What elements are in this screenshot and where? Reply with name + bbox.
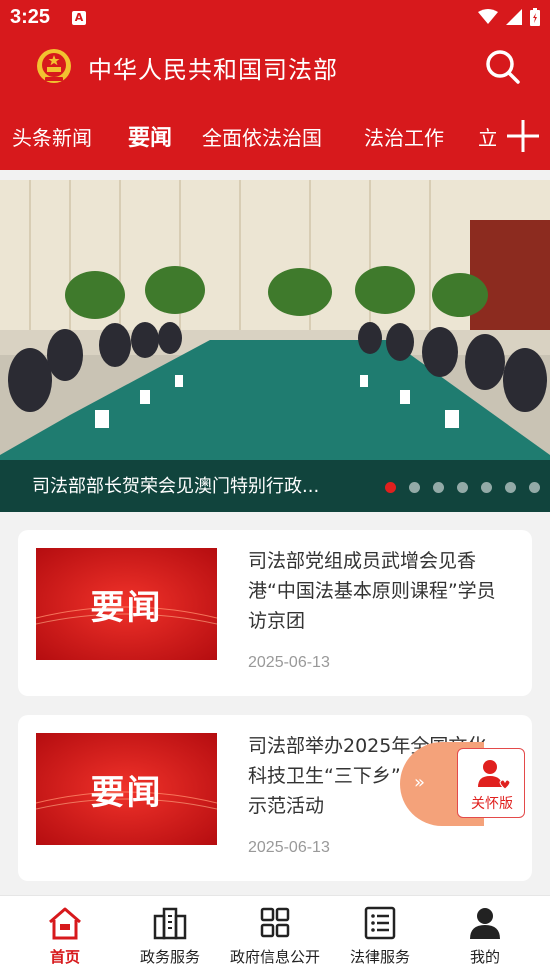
- category-tabs: 头条新闻 要闻 全面依法治国 法治工作 立: [0, 112, 550, 160]
- signal-icon: [506, 9, 522, 25]
- carousel-dot[interactable]: [481, 482, 492, 493]
- news-card[interactable]: 要闻 司法部党组成员武增会见香港“中国法基本原则课程”学员访京团 2025-06…: [18, 530, 532, 696]
- care-mode-label: 关怀版: [471, 796, 513, 812]
- tab-rule-of-law[interactable]: 全面依法治国: [202, 122, 322, 151]
- tab-key-news[interactable]: 要闻: [128, 120, 172, 152]
- nav-item-info-disclosure[interactable]: 政府信息公开: [220, 896, 330, 979]
- care-mode-float[interactable]: » 关怀版: [400, 742, 550, 826]
- buildings-icon: [153, 907, 187, 940]
- search-icon[interactable]: [484, 48, 522, 86]
- tab-overflow-clip: 立: [478, 112, 496, 160]
- status-icons: [478, 8, 540, 26]
- national-emblem-icon: [37, 49, 71, 83]
- thumbnail-label: 要闻: [90, 772, 163, 813]
- user-icon: [470, 908, 500, 939]
- notification-app-icon: A: [72, 11, 86, 25]
- care-mode-button[interactable]: 关怀版: [457, 748, 525, 818]
- nav-label: 我的: [469, 948, 500, 966]
- status-time: 3:25: [10, 6, 51, 28]
- list-icon: [364, 906, 396, 940]
- app-header: 3:25 A 中华人民共和国司法部 头条新闻 要闻 全面依法治国 法治工作 立: [0, 0, 550, 170]
- battery-icon: [530, 8, 540, 26]
- news-thumbnail: 要闻: [36, 733, 217, 845]
- news-date: 2025-06-13: [248, 654, 330, 671]
- carousel-dot[interactable]: [409, 482, 420, 493]
- add-tab-icon[interactable]: [503, 116, 543, 156]
- title-bar: 中华人民共和国司法部: [0, 40, 550, 100]
- carousel-dot[interactable]: [529, 482, 540, 493]
- news-thumbnail: 要闻: [36, 548, 217, 660]
- news-date: 2025-06-13: [248, 839, 330, 856]
- banner-caption[interactable]: 司法部部长贺荣会见澳门特别行政...: [32, 472, 319, 498]
- news-title[interactable]: 司法部党组成员武增会见香港“中国法基本原则课程”学员访京团: [248, 546, 504, 636]
- grid-icon: [260, 907, 290, 938]
- double-chevron-icon: »: [414, 772, 426, 793]
- nav-label: 政府信息公开: [229, 948, 320, 966]
- nav-item-gov-services[interactable]: 政务服务: [115, 896, 225, 979]
- carousel-dot[interactable]: [457, 482, 468, 493]
- nav-item-profile[interactable]: 我的: [430, 896, 540, 979]
- wifi-icon: [478, 9, 498, 24]
- tab-headlines[interactable]: 头条新闻: [12, 122, 92, 151]
- nav-label: 首页: [49, 948, 80, 966]
- tab-legal-work[interactable]: 法治工作: [364, 122, 444, 151]
- page-title: 中华人民共和国司法部: [88, 56, 338, 84]
- home-icon: [49, 907, 81, 940]
- nav-item-home[interactable]: 首页: [10, 896, 120, 979]
- carousel-dot[interactable]: [505, 482, 516, 493]
- nav-label: 政务服务: [139, 948, 200, 966]
- tab-partial[interactable]: 立: [478, 122, 496, 151]
- thumbnail-label: 要闻: [90, 587, 163, 628]
- carousel-dot[interactable]: [385, 482, 396, 493]
- carousel-indicators: [385, 482, 540, 493]
- care-person-icon: [478, 760, 511, 790]
- nav-label: 法律服务: [349, 948, 410, 966]
- carousel-dot[interactable]: [433, 482, 444, 493]
- bottom-navigation: 首页 政务服务 政府信息公开 法律服务 我的: [0, 895, 550, 979]
- nav-item-legal-services[interactable]: 法律服务: [325, 896, 435, 979]
- banner-carousel[interactable]: 司法部部长贺荣会见澳门特别行政...: [0, 180, 550, 512]
- status-bar: 3:25 A: [0, 0, 550, 38]
